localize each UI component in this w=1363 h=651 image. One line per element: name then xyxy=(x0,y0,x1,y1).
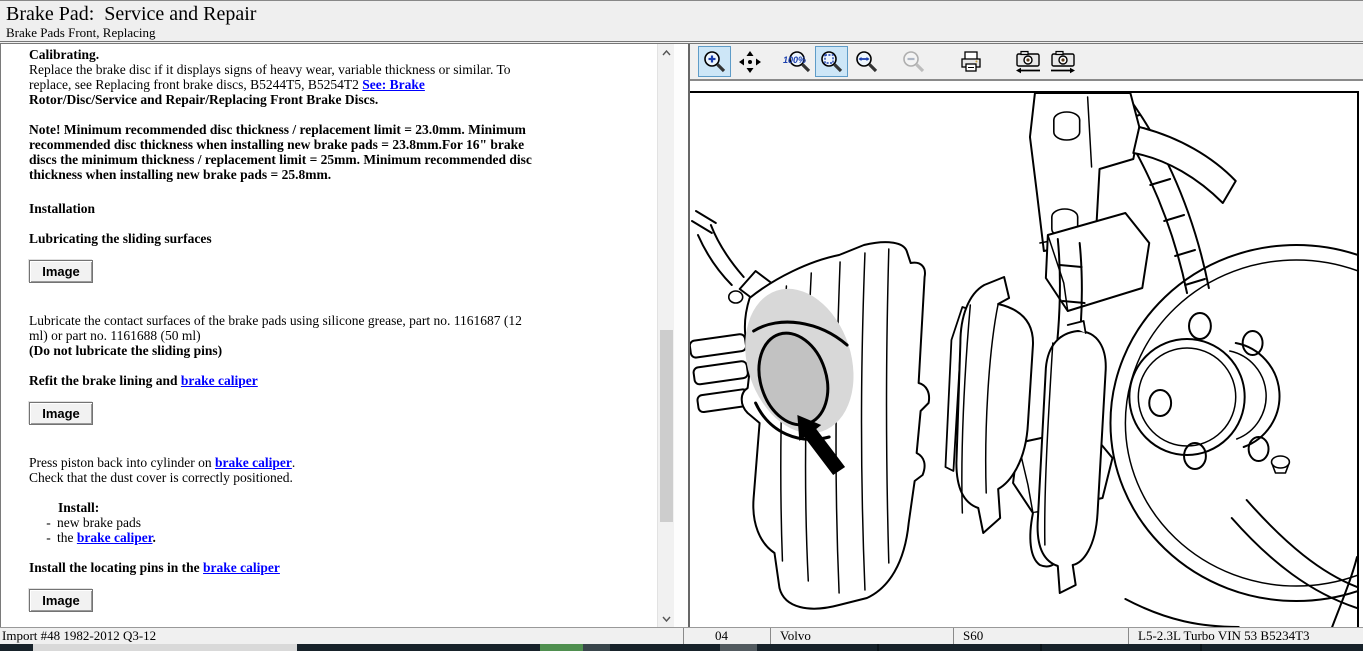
lubricate-text: Lubricate the contact surfaces of the br… xyxy=(29,313,522,343)
article-pane: Calibrating. Replace the brake disc if i… xyxy=(0,44,674,627)
lubricating-heading: Lubricating the sliding surfaces xyxy=(29,231,537,246)
press-piston-text: Press piston back into cylinder on xyxy=(29,455,215,470)
brake-caliper-link-1[interactable]: brake caliper xyxy=(181,373,258,388)
taskbar-segment xyxy=(540,644,583,651)
scroll-up-arrow-icon[interactable] xyxy=(658,44,674,61)
press-piston-line: Press piston back into cylinder on brake… xyxy=(29,455,537,470)
status-bar: Import #48 1982-2012 Q3-12 04 Volvo S60 … xyxy=(0,627,1363,644)
list-dash: - xyxy=(40,530,57,545)
zoom-out-icon xyxy=(901,49,927,75)
period-text: . xyxy=(153,530,156,545)
brake-caliper-link-4[interactable]: brake caliper xyxy=(203,560,280,575)
calibrating-paragraph: Replace the brake disc if it displays si… xyxy=(29,62,537,107)
bolt xyxy=(1054,112,1080,140)
see-brake-link[interactable]: See: Brake xyxy=(362,77,425,92)
scroll-down-arrow-icon[interactable] xyxy=(658,610,674,627)
zoom-100-icon: 100% xyxy=(782,49,812,75)
install-locating-line: Install the locating pins in the brake c… xyxy=(29,560,537,575)
install-heading: Install: xyxy=(58,500,537,515)
list-dash: - xyxy=(40,515,57,530)
page-subtitle: Brake Pads Front, Replacing xyxy=(6,25,1363,40)
print-button[interactable] xyxy=(954,46,987,77)
image-viewer-pane: 100% xyxy=(688,44,1363,627)
refit-text: Refit the brake lining and xyxy=(29,373,181,388)
status-model: S60 xyxy=(953,628,1128,645)
svg-text:100%: 100% xyxy=(783,55,806,65)
install-item-2-prefix: the xyxy=(57,530,77,545)
next-image-button[interactable] xyxy=(1046,46,1079,77)
refit-line: Refit the brake lining and brake caliper xyxy=(29,373,537,388)
taskbar-segment xyxy=(33,644,297,651)
article-content: Calibrating. Replace the brake disc if i… xyxy=(29,47,537,612)
lubricate-paragraph: Lubricate the contact surfaces of the br… xyxy=(29,313,537,358)
zoom-in-button[interactable] xyxy=(698,46,731,77)
taskbar-divider xyxy=(1200,644,1202,651)
installation-heading: Installation xyxy=(29,201,537,216)
brake-caliper-link-3[interactable]: brake caliper xyxy=(77,530,153,545)
brake-caliper xyxy=(690,211,929,609)
viewer-toolbar: 100% xyxy=(690,44,1363,81)
pan-icon xyxy=(737,49,763,75)
page-header: Brake Pad: Service and Repair Brake Pads… xyxy=(0,0,1363,44)
image-button-1[interactable]: Image xyxy=(29,260,93,283)
fit-width-button[interactable] xyxy=(850,46,883,77)
taskbar-segment xyxy=(583,644,610,651)
install-item-1-text: new brake pads xyxy=(57,515,141,530)
period-text: . xyxy=(292,455,295,470)
brake-hose xyxy=(692,211,772,303)
previous-image-icon xyxy=(1013,49,1043,75)
status-code: 04 xyxy=(683,628,770,645)
zoom-out-button xyxy=(897,46,930,77)
taskbar-sliver xyxy=(0,644,1363,651)
status-engine: L5-2.3L Turbo VIN 53 B5234T3 xyxy=(1128,628,1363,645)
next-image-icon xyxy=(1048,49,1078,75)
zoom-100-button[interactable]: 100% xyxy=(780,46,813,77)
install-item-1: -new brake pads xyxy=(29,515,537,530)
previous-image-button[interactable] xyxy=(1011,46,1044,77)
fit-width-icon xyxy=(854,49,880,75)
brake-caliper-link-2[interactable]: brake caliper xyxy=(215,455,292,470)
install-item-2-text: the brake caliper. xyxy=(57,530,156,545)
note-paragraph: Note! Minimum recommended disc thickness… xyxy=(29,122,537,182)
install-locating-text: Install the locating pins in the xyxy=(29,560,203,575)
calibrating-heading: Calibrating. xyxy=(29,47,537,62)
do-not-lubricate-text: (Do not lubricate the sliding pins) xyxy=(29,343,222,358)
calibrating-text: Replace the brake disc if it displays si… xyxy=(29,62,511,92)
image-button-2[interactable]: Image xyxy=(29,402,93,425)
taskbar-segment xyxy=(720,644,757,651)
image-canvas-area xyxy=(690,83,1363,627)
image-button-3[interactable]: Image xyxy=(29,589,93,612)
brake-pad-inner xyxy=(1038,321,1106,593)
see-brake-rest: Rotor/Disc/Service and Repair/Replacing … xyxy=(29,92,378,107)
page-title: Brake Pad: Service and Repair xyxy=(6,3,1363,25)
fit-page-icon xyxy=(819,49,845,75)
taskbar-divider xyxy=(877,644,879,651)
status-import-info: Import #48 1982-2012 Q3-12 xyxy=(0,628,683,645)
print-icon xyxy=(958,49,984,75)
scrollbar-thumb[interactable] xyxy=(660,330,673,522)
article-scrollbar[interactable] xyxy=(657,44,674,627)
taskbar-divider xyxy=(1040,644,1042,651)
main-area: Calibrating. Replace the brake disc if i… xyxy=(0,44,1363,627)
install-item-2: -the brake caliper. xyxy=(29,530,537,545)
fit-page-button[interactable] xyxy=(815,46,848,77)
brake-assembly-diagram[interactable] xyxy=(690,91,1359,627)
check-dust-line: Check that the dust cover is correctly p… xyxy=(29,470,537,485)
zoom-in-icon xyxy=(702,49,728,75)
status-make: Volvo xyxy=(770,628,953,645)
pane-divider xyxy=(674,44,688,627)
pan-button[interactable] xyxy=(733,46,766,77)
